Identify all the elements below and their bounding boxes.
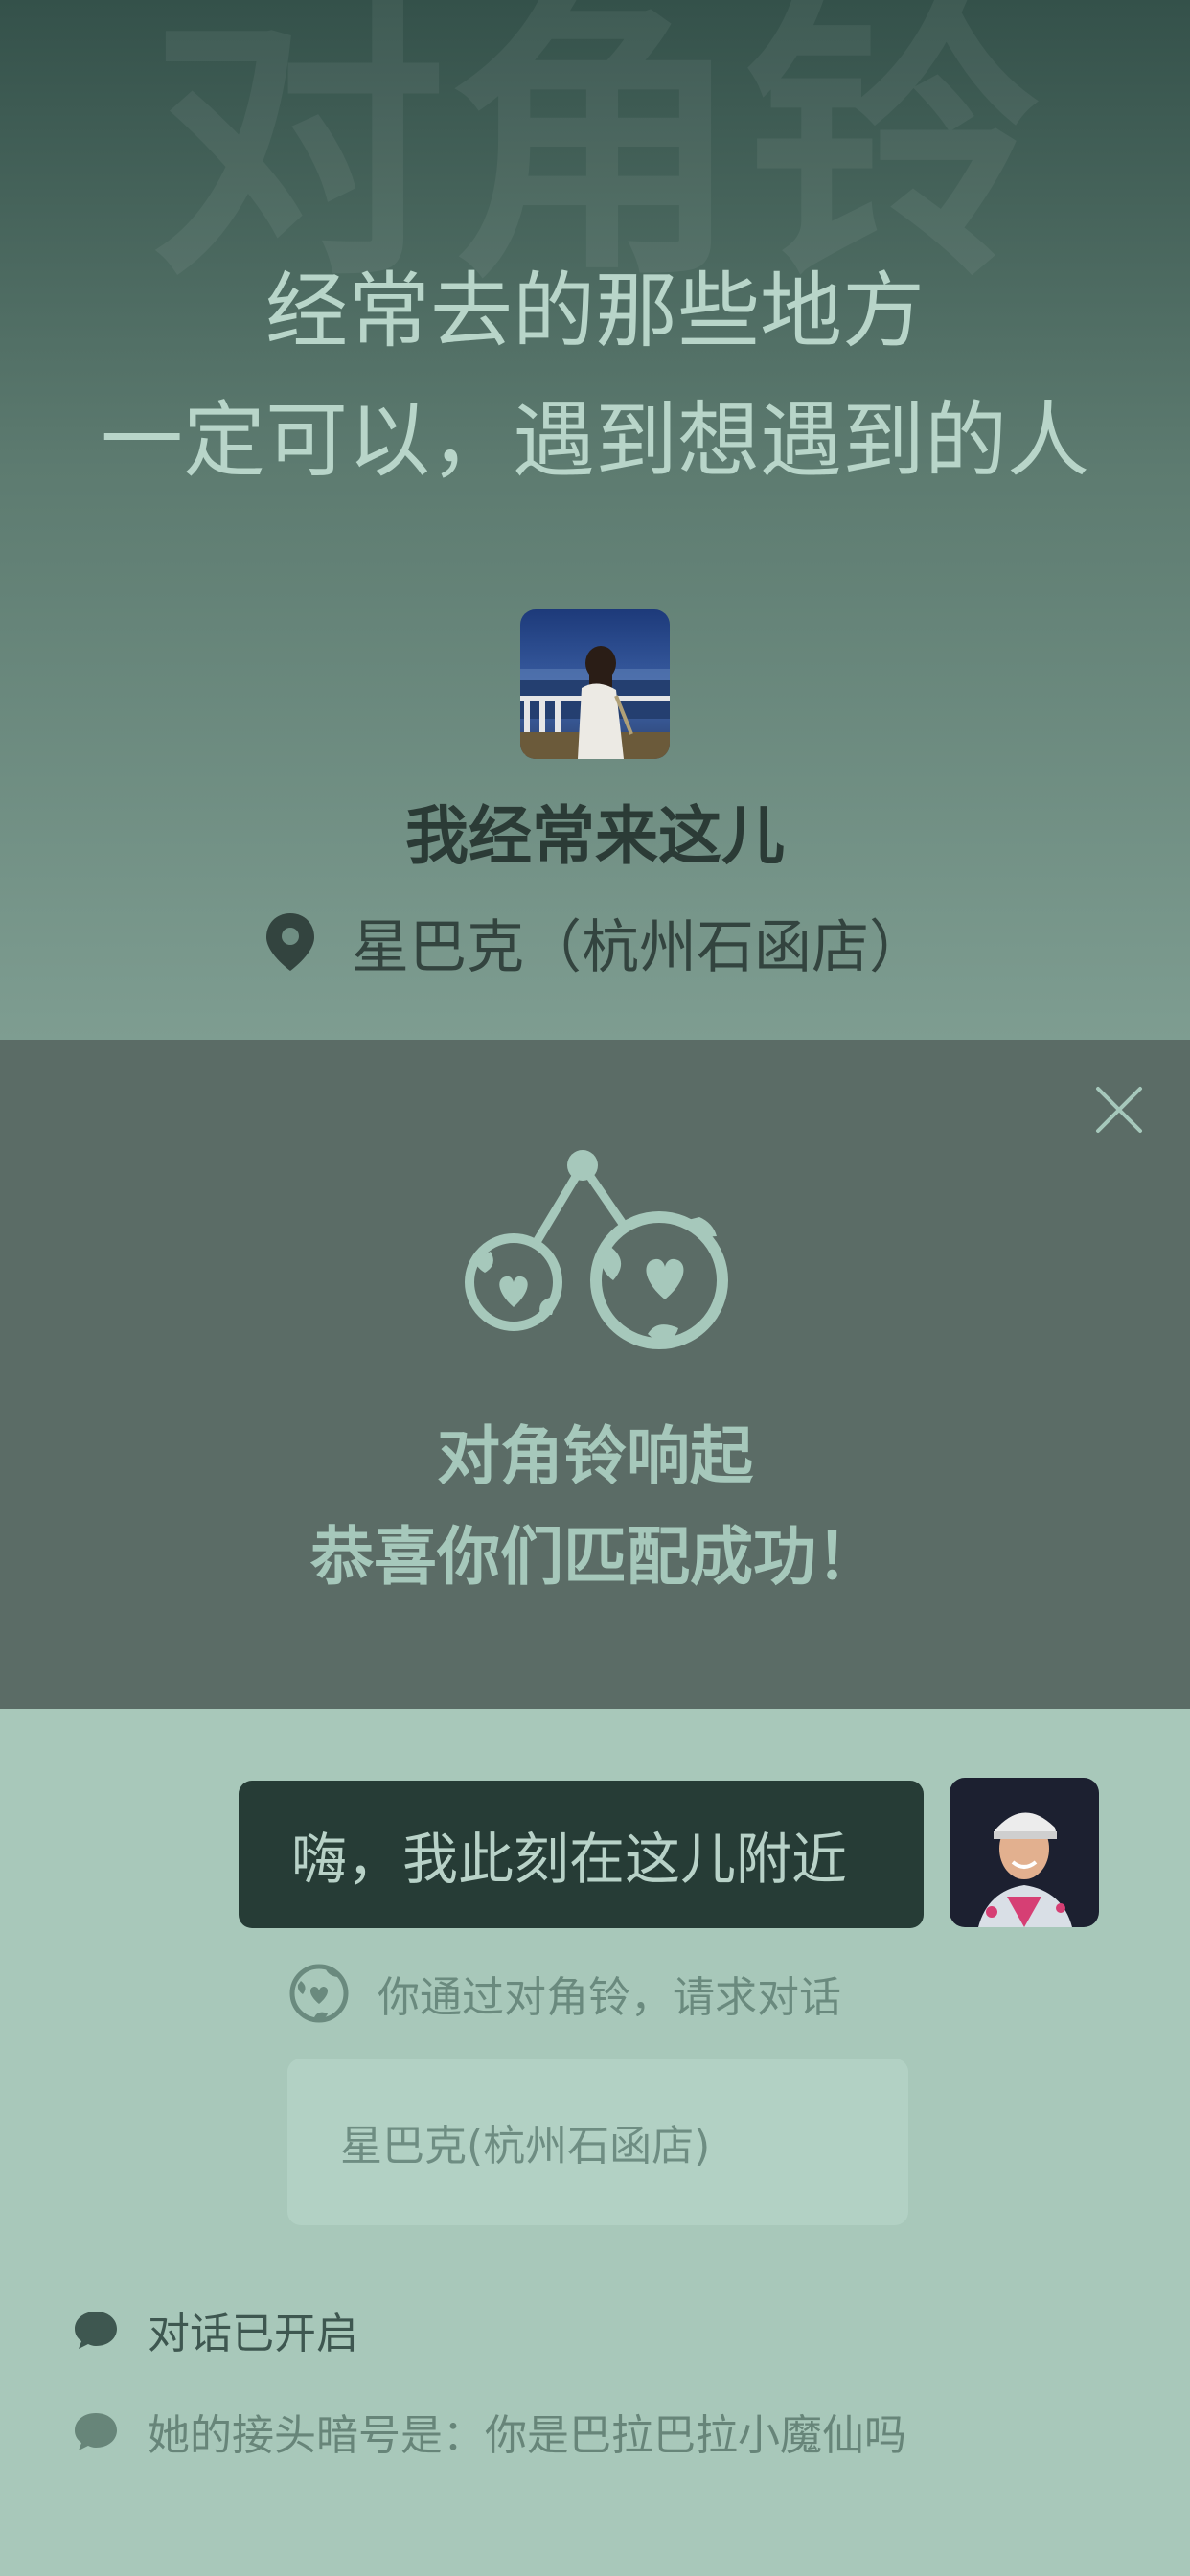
status-opened-text: 对话已开启 [148,2310,358,2358]
close-icon [1096,1087,1142,1133]
system-note: 你通过对角铃，请求对话 [287,1960,841,2027]
user-avatar[interactable] [950,1778,1099,1927]
chat-bubble-icon [75,2312,117,2349]
match-title: 对角铃响起 [437,1419,753,1493]
slogan-line-2: 一定可以，遇到想遇到的人 [101,393,1089,489]
chat-message-text: 嗨，我此刻在这儿附近 [291,1827,848,1892]
location-pin-icon [266,913,314,971]
chat-message-bubble[interactable]: 嗨，我此刻在这儿附近 [239,1781,924,1928]
place-card[interactable]: 星巴克(杭州石函店) [287,2058,908,2225]
hero-section: 对角铃 经常去的那些地方 一定可以，遇到想遇到的人 我经常来这儿 星巴克（杭州石… [0,0,1190,1040]
watermark-text: 对角铃 [149,0,1041,316]
place-title: 我经常来这儿 [405,799,785,873]
place-photo[interactable] [520,610,670,759]
close-button[interactable] [1092,1083,1146,1137]
status-code-text: 她的接头暗号是：你是巴拉巴拉小魔仙吗 [148,2411,906,2460]
status-dialog-opened: 对话已开启 [73,2296,358,2363]
diagonal-bell-icon [465,1150,728,1349]
bell-ball-icon [289,1964,349,2023]
system-note-text: 你通过对角铃，请求对话 [378,1973,841,2022]
status-secret-code: 她的接头暗号是：你是巴拉巴拉小魔仙吗 [73,2398,906,2465]
chat-bubble-icon [75,2413,117,2450]
slogan-line-1: 经常去的那些地方 [265,264,925,359]
location-name: 星巴克（杭州石函店） [352,913,927,981]
match-subtitle: 恭喜你们匹配成功！ [310,1520,880,1594]
match-overlay [0,1040,1190,1709]
place-card-text: 星巴克(杭州石函店) [340,2122,711,2171]
location-row[interactable]: 星巴克（杭州石函店） [0,899,1190,985]
